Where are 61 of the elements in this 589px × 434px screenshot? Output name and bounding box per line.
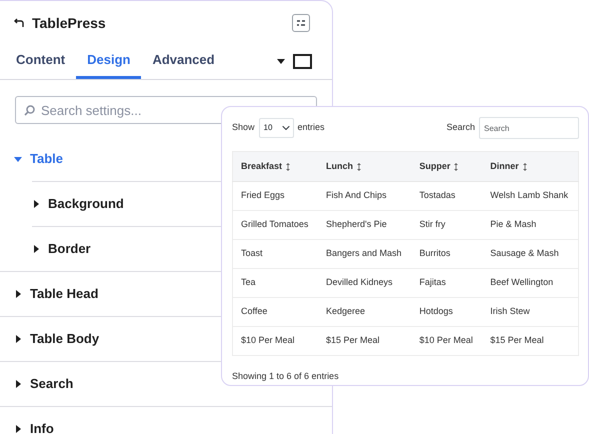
tree-item[interactable]: Table Body: [30, 329, 100, 349]
table-cell: Fried Eggs: [232, 182, 318, 210]
table-cell: Bangers and Mash: [318, 240, 412, 268]
table-cell: Hotdogs: [411, 298, 482, 326]
table-cell: $10 Per Meal: [232, 326, 318, 356]
table-cell: Coffee: [232, 298, 318, 326]
table-cell: $15 Per Meal: [482, 326, 578, 356]
sort-icon[interactable]: [357, 162, 362, 170]
table-cell: Devilled Kidneys: [318, 268, 412, 298]
tab[interactable]: Content: [16, 44, 76, 79]
table-cell: Tostadas: [411, 182, 482, 210]
tree-item[interactable]: Background: [48, 194, 124, 214]
table-search-field[interactable]: Search: [479, 117, 579, 139]
tree-item[interactable]: Info: [30, 419, 54, 434]
table-cell: Irish Stew: [482, 298, 578, 326]
back-arrow-icon[interactable]: [14, 18, 24, 28]
tree-item[interactable]: Border: [48, 239, 91, 259]
table-cell: Toast: [232, 240, 318, 268]
entries-select[interactable]: 10: [258, 118, 294, 138]
search-label: Search: [446, 121, 475, 134]
entries-label: entries: [298, 121, 325, 134]
square-icon[interactable]: [293, 54, 312, 69]
table-cell: Sausage & Mash: [482, 240, 578, 268]
table-cell: Fish And Chips: [318, 182, 412, 210]
table-cell: Grilled Tomatoes: [232, 210, 318, 240]
column-header[interactable]: Supper: [411, 152, 482, 182]
search-icon: [24, 105, 35, 116]
sliders-icon: [296, 19, 306, 27]
sort-icon[interactable]: [454, 162, 458, 170]
caret-right-icon[interactable]: [14, 335, 22, 343]
sort-icon[interactable]: [522, 162, 527, 170]
table-cell: Pie & Mash: [482, 210, 578, 240]
tree-item[interactable]: Search: [30, 374, 74, 394]
table-cell: Stir fry: [411, 210, 482, 240]
settings-toggle-button[interactable]: [292, 14, 310, 32]
caret-right-icon[interactable]: [14, 380, 22, 388]
caret-down-icon[interactable]: [277, 59, 285, 64]
tree-item[interactable]: Table Head: [30, 284, 98, 304]
table-cell: Burritos: [411, 240, 482, 268]
caret-right-icon[interactable]: [14, 425, 22, 433]
tab[interactable]: Advanced: [141, 44, 226, 79]
table-cell: Kedgeree: [318, 298, 412, 326]
panel-title: TablePress: [32, 14, 106, 32]
table-cell: Shepherd's Pie: [318, 210, 412, 240]
caret-right-icon[interactable]: [14, 290, 22, 298]
column-header[interactable]: Lunch: [318, 152, 412, 182]
column-header[interactable]: Dinner: [482, 152, 578, 182]
table-info: Showing 1 to 6 of 6 entries: [232, 371, 339, 381]
table-cell: Beef Wellington: [482, 268, 578, 298]
table-cell: Tea: [232, 268, 318, 298]
table-cell: Welsh Lamb Shank: [482, 182, 578, 210]
tree-item[interactable]: Table: [30, 148, 63, 168]
table-cell: $10 Per Meal: [411, 326, 482, 356]
caret-right-icon[interactable]: [32, 200, 40, 208]
table-cell: Fajitas: [411, 268, 482, 298]
caret-right-icon[interactable]: [32, 245, 40, 253]
column-header[interactable]: Breakfast: [232, 152, 318, 182]
show-label: Show: [232, 121, 255, 134]
tab[interactable]: Design: [76, 44, 142, 79]
table-cell: $15 Per Meal: [318, 326, 412, 356]
sort-icon[interactable]: [286, 162, 290, 170]
